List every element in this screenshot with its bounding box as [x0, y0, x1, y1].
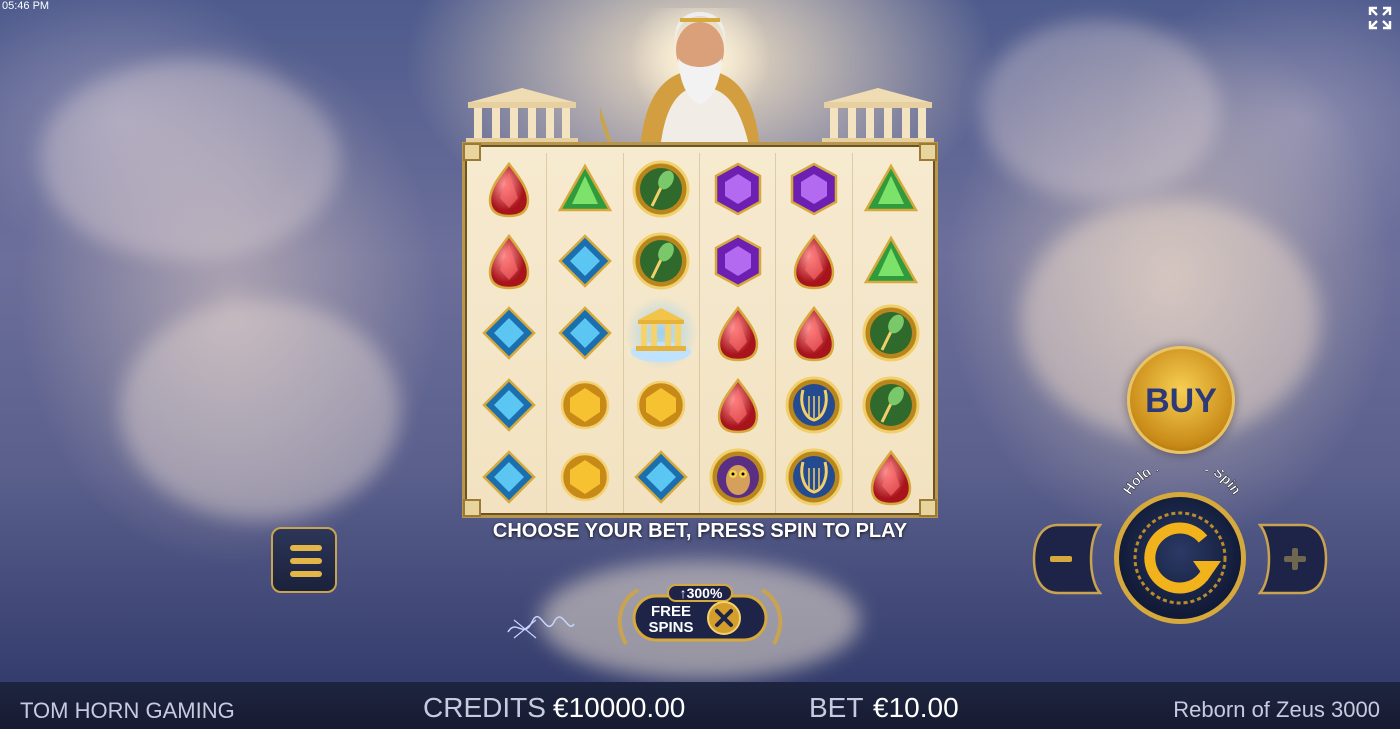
reel-cell — [700, 153, 777, 225]
menu-icon — [290, 558, 322, 564]
reel-cell — [853, 441, 929, 513]
bottom-status-bar: TOM HORN GAMING CREDITS €10000.00 BET €1… — [0, 682, 1400, 729]
red-gem-icon — [793, 233, 835, 290]
green-gem-icon — [557, 163, 613, 212]
reel-cell — [624, 369, 700, 441]
temple-left-image — [466, 88, 578, 144]
free-spins-label-line1: FREE — [650, 603, 691, 620]
reel-cell — [700, 297, 777, 369]
reel-cell — [700, 441, 777, 513]
signature-logo — [507, 615, 575, 639]
reel-cell — [471, 441, 548, 513]
red-gem-icon — [488, 233, 529, 290]
reel-cell — [776, 153, 853, 225]
reel-cell — [624, 153, 700, 225]
fullscreen-icon[interactable] — [1368, 6, 1392, 30]
reels-grid — [471, 153, 929, 513]
feather-coin-icon — [862, 304, 920, 362]
reel-cell — [623, 297, 700, 369]
cloud — [120, 300, 400, 520]
menu-icon — [290, 545, 322, 551]
temple-right-image — [822, 88, 934, 144]
blue-gem-icon — [481, 378, 536, 432]
purple-gem-icon — [790, 162, 838, 216]
green-gem-icon — [863, 163, 918, 212]
reel-cell — [547, 153, 624, 225]
zeus-character-image — [600, 8, 770, 150]
owl-coin-icon — [709, 448, 767, 506]
reel-cell — [853, 297, 929, 369]
cloud — [980, 20, 1220, 200]
reel-cell — [471, 297, 548, 369]
reel-cell — [776, 369, 853, 441]
free-spins-label: FREE SPINS — [643, 604, 699, 636]
gold-gem-icon — [560, 380, 610, 430]
purple-gem-icon — [714, 234, 761, 288]
blue-gem-icon — [634, 450, 689, 504]
free-spins-boost-text: ↑300% — [679, 585, 723, 601]
credits-label: CREDITS — [423, 692, 546, 723]
reel-cell — [853, 153, 929, 225]
gold-gem-icon — [637, 380, 686, 430]
reel-cell — [471, 153, 548, 225]
feather-coin-icon — [632, 160, 690, 218]
menu-icon — [290, 571, 322, 577]
green-gem-icon — [863, 235, 918, 284]
game-title: Reborn of Zeus 3000 — [1173, 697, 1380, 722]
reel-cell — [700, 225, 777, 297]
reel-cell — [853, 369, 929, 441]
reel-cell — [624, 225, 700, 297]
red-gem-icon — [717, 305, 758, 362]
reel-cell — [853, 225, 929, 297]
menu-button[interactable] — [271, 527, 337, 593]
purple-gem-icon — [714, 162, 761, 216]
temple-scatter-icon — [631, 308, 692, 362]
reels-frame — [462, 142, 938, 518]
red-gem-icon — [717, 377, 758, 434]
free-spins-label-line2: SPINS — [648, 619, 694, 636]
reel-cell — [547, 369, 624, 441]
blue-gem-icon — [481, 306, 536, 360]
spin-arrow-icon — [1133, 511, 1227, 605]
reel-cell — [547, 441, 624, 513]
feather-coin-icon — [862, 376, 920, 434]
buy-label: BUY — [1145, 382, 1217, 420]
bet-decrease-button[interactable] — [1032, 523, 1102, 595]
cloud — [40, 60, 340, 260]
brand-name: TOM HORN GAMING — [20, 698, 235, 723]
reel-cell — [471, 225, 548, 297]
blue-gem-icon — [481, 450, 536, 504]
reel-cell — [776, 441, 853, 513]
gold-gem-icon — [560, 452, 610, 502]
feather-coin-icon — [632, 232, 690, 290]
blue-gem-icon — [558, 234, 612, 288]
reel-cell — [547, 297, 624, 369]
bet-label: BET — [809, 692, 864, 723]
lyre-coin-icon — [785, 376, 843, 434]
blue-gem-icon — [558, 306, 612, 360]
clock-text: 05:46 PM — [2, 0, 50, 12]
reel-cell — [700, 369, 777, 441]
reel-cell — [776, 297, 853, 369]
red-gem-icon — [488, 161, 529, 218]
credits-value: €10000.00 — [553, 692, 686, 723]
bet-increase-button[interactable] — [1258, 523, 1328, 595]
reel-cell — [624, 441, 700, 513]
bet-value: €10.00 — [873, 692, 959, 723]
reel-cell — [471, 369, 548, 441]
spin-button[interactable] — [1114, 492, 1246, 624]
reel-cell — [547, 225, 624, 297]
red-gem-icon — [870, 449, 912, 506]
reel-cell — [776, 225, 853, 297]
red-gem-icon — [793, 305, 835, 362]
lyre-coin-icon — [785, 448, 843, 506]
instruction-text: CHOOSE YOUR BET, PRESS SPIN TO PLAY — [492, 520, 908, 542]
buy-bonus-button[interactable]: BUY — [1127, 346, 1235, 454]
